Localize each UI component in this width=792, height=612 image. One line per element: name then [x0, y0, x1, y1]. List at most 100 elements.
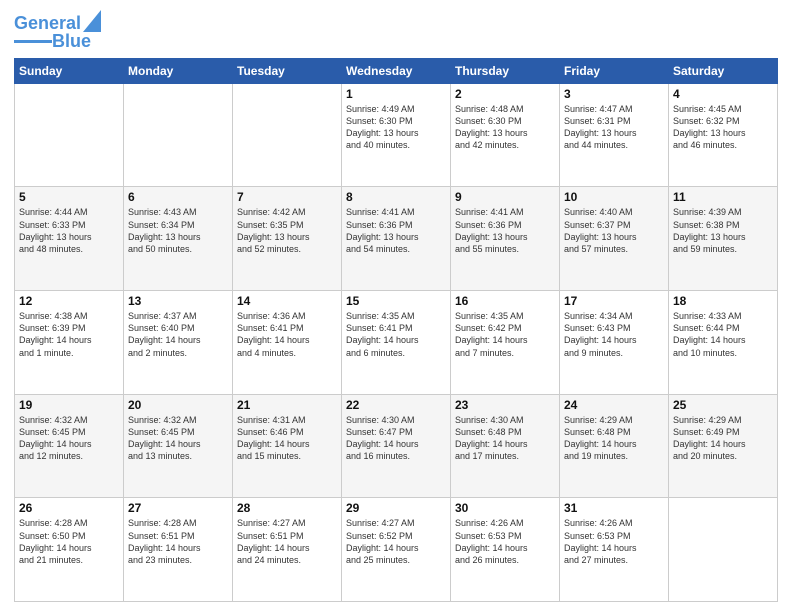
calendar-cell: 23 Sunrise: 4:30 AM Sunset: 6:48 PM Dayli… — [451, 394, 560, 498]
day-info: Sunrise: 4:29 AM Sunset: 6:49 PM Dayligh… — [673, 414, 773, 463]
day-number: 25 — [673, 398, 773, 412]
day-header-tuesday: Tuesday — [233, 58, 342, 83]
calendar-cell: 19Sunrise: 4:32 AM Sunset: 6:45 PM Dayli… — [15, 394, 124, 498]
day-header-thursday: Thursday — [451, 58, 560, 83]
day-number: 18 — [673, 294, 773, 308]
day-number: 24 — [564, 398, 664, 412]
calendar-cell: 15 Sunrise: 4:35 AM Sunset: 6:41 PM Dayli… — [342, 291, 451, 395]
day-info: Sunrise: 4:35 AM Sunset: 6:42 PM Dayligh… — [455, 310, 555, 359]
calendar-cell: 4Sunrise: 4:45 AM Sunset: 6:32 PM Daylig… — [669, 83, 778, 187]
calendar-cell — [124, 83, 233, 187]
calendar-table: SundayMondayTuesdayWednesdayThursdayFrid… — [14, 58, 778, 602]
day-info: Sunrise: 4:30 AM Sunset: 6:48 PM Dayligh… — [455, 414, 555, 463]
day-info: Sunrise: 4:45 AM Sunset: 6:32 PM Dayligh… — [673, 103, 773, 152]
day-number: 21 — [237, 398, 337, 412]
calendar-cell: 17Sunrise: 4:34 AM Sunset: 6:43 PM Dayli… — [560, 291, 669, 395]
week-row-4: 19 Sunrise: 4:32 AM Sunset: 6:45 PM Dayli… — [15, 394, 778, 498]
day-number: 20 — [128, 398, 228, 412]
calendar-cell: 5Sunrise: 4:44 AM Sunset: 6:33 PM Daylig… — [15, 187, 124, 291]
calendar-cell: 24 Sunrise: 4:29 AM Sunset: 6:48 PM Dayli… — [560, 394, 669, 498]
week-row-2: 5Sunrise: 4:44 AM Sunset: 6:33 PM Daylig… — [15, 187, 778, 291]
day-number: 10 — [564, 190, 664, 204]
calendar-cell: 27 Sunrise: 4:28 AM Sunset: 6:51 PM Dayli… — [124, 498, 233, 602]
day-number: 13 — [128, 294, 228, 308]
calendar-cell: 16 Sunrise: 4:35 AM Sunset: 6:42 PM Dayli… — [451, 291, 560, 395]
calendar-header-row: SundayMondayTuesdayWednesdayThursdayFrid… — [15, 58, 778, 83]
logo-underline — [14, 40, 52, 43]
day-header-friday: Friday — [560, 58, 669, 83]
day-info: Sunrise: 4:28 AM Sunset: 6:51 PM Dayligh… — [128, 517, 228, 566]
day-info: Sunrise: 4:42 AM Sunset: 6:35 PM Dayligh… — [237, 206, 337, 255]
day-info: Sunrise: 4:35 AM Sunset: 6:41 PM Dayligh… — [346, 310, 446, 359]
day-number: 3 — [564, 87, 664, 101]
calendar-cell: 12 Sunrise: 4:38 AM Sunset: 6:39 PM Dayli… — [15, 291, 124, 395]
day-info: Sunrise: 4:39 AM Sunset: 6:38 PM Dayligh… — [673, 206, 773, 255]
day-number: 22 — [346, 398, 446, 412]
day-header-saturday: Saturday — [669, 58, 778, 83]
day-number: 19 — [19, 398, 119, 412]
day-number: 5 — [19, 190, 119, 204]
day-number: 2 — [455, 87, 555, 101]
day-number: 30 — [455, 501, 555, 515]
day-number: 7 — [237, 190, 337, 204]
day-number: 27 — [128, 501, 228, 515]
day-info: Sunrise: 4:28 AM Sunset: 6:50 PM Dayligh… — [19, 517, 119, 566]
day-info: Sunrise: 4:38 AM Sunset: 6:39 PM Dayligh… — [19, 310, 119, 359]
day-number: 12 — [19, 294, 119, 308]
day-info: Sunrise: 4:43 AM Sunset: 6:34 PM Dayligh… — [128, 206, 228, 255]
day-info: Sunrise: 4:27 AM Sunset: 6:51 PM Dayligh… — [237, 517, 337, 566]
day-header-monday: Monday — [124, 58, 233, 83]
logo-blue-text: Blue — [52, 32, 91, 52]
day-number: 15 — [346, 294, 446, 308]
calendar-cell — [669, 498, 778, 602]
calendar-cell: 13Sunrise: 4:37 AM Sunset: 6:40 PM Dayli… — [124, 291, 233, 395]
day-number: 1 — [346, 87, 446, 101]
day-number: 16 — [455, 294, 555, 308]
day-number: 17 — [564, 294, 664, 308]
calendar-cell: 30Sunrise: 4:26 AM Sunset: 6:53 PM Dayli… — [451, 498, 560, 602]
calendar-cell: 11 Sunrise: 4:39 AM Sunset: 6:38 PM Dayli… — [669, 187, 778, 291]
day-info: Sunrise: 4:41 AM Sunset: 6:36 PM Dayligh… — [346, 206, 446, 255]
day-info: Sunrise: 4:47 AM Sunset: 6:31 PM Dayligh… — [564, 103, 664, 152]
day-number: 23 — [455, 398, 555, 412]
day-number: 11 — [673, 190, 773, 204]
calendar-cell: 31 Sunrise: 4:26 AM Sunset: 6:53 PM Dayli… — [560, 498, 669, 602]
day-info: Sunrise: 4:30 AM Sunset: 6:47 PM Dayligh… — [346, 414, 446, 463]
calendar-cell: 21Sunrise: 4:31 AM Sunset: 6:46 PM Dayli… — [233, 394, 342, 498]
day-info: Sunrise: 4:41 AM Sunset: 6:36 PM Dayligh… — [455, 206, 555, 255]
week-row-1: 1 Sunrise: 4:49 AM Sunset: 6:30 PM Daylig… — [15, 83, 778, 187]
day-info: Sunrise: 4:32 AM Sunset: 6:45 PM Dayligh… — [128, 414, 228, 463]
calendar-cell: 20 Sunrise: 4:32 AM Sunset: 6:45 PM Dayli… — [124, 394, 233, 498]
calendar-cell: 9Sunrise: 4:41 AM Sunset: 6:36 PM Daylig… — [451, 187, 560, 291]
calendar-cell: 28 Sunrise: 4:27 AM Sunset: 6:51 PM Dayli… — [233, 498, 342, 602]
week-row-3: 12 Sunrise: 4:38 AM Sunset: 6:39 PM Dayli… — [15, 291, 778, 395]
calendar-cell: 7 Sunrise: 4:42 AM Sunset: 6:35 PM Daylig… — [233, 187, 342, 291]
day-info: Sunrise: 4:40 AM Sunset: 6:37 PM Dayligh… — [564, 206, 664, 255]
calendar-cell: 2 Sunrise: 4:48 AM Sunset: 6:30 PM Daylig… — [451, 83, 560, 187]
day-number: 8 — [346, 190, 446, 204]
week-row-5: 26 Sunrise: 4:28 AM Sunset: 6:50 PM Dayli… — [15, 498, 778, 602]
calendar-cell: 14 Sunrise: 4:36 AM Sunset: 6:41 PM Dayli… — [233, 291, 342, 395]
day-header-sunday: Sunday — [15, 58, 124, 83]
day-number: 6 — [128, 190, 228, 204]
day-info: Sunrise: 4:29 AM Sunset: 6:48 PM Dayligh… — [564, 414, 664, 463]
header: General Blue — [14, 10, 778, 52]
day-info: Sunrise: 4:49 AM Sunset: 6:30 PM Dayligh… — [346, 103, 446, 152]
day-info: Sunrise: 4:36 AM Sunset: 6:41 PM Dayligh… — [237, 310, 337, 359]
calendar-cell: 3 Sunrise: 4:47 AM Sunset: 6:31 PM Daylig… — [560, 83, 669, 187]
day-number: 29 — [346, 501, 446, 515]
calendar-cell — [233, 83, 342, 187]
day-number: 26 — [19, 501, 119, 515]
day-number: 31 — [564, 501, 664, 515]
calendar-cell: 29Sunrise: 4:27 AM Sunset: 6:52 PM Dayli… — [342, 498, 451, 602]
day-info: Sunrise: 4:26 AM Sunset: 6:53 PM Dayligh… — [564, 517, 664, 566]
day-number: 28 — [237, 501, 337, 515]
calendar-cell: 8 Sunrise: 4:41 AM Sunset: 6:36 PM Daylig… — [342, 187, 451, 291]
calendar-cell: 22 Sunrise: 4:30 AM Sunset: 6:47 PM Dayli… — [342, 394, 451, 498]
day-info: Sunrise: 4:48 AM Sunset: 6:30 PM Dayligh… — [455, 103, 555, 152]
day-header-wednesday: Wednesday — [342, 58, 451, 83]
day-number: 14 — [237, 294, 337, 308]
logo: General Blue — [14, 10, 101, 52]
page: General Blue SundayMondayTuesdayWednesda… — [0, 0, 792, 612]
calendar-cell: 10 Sunrise: 4:40 AM Sunset: 6:37 PM Dayli… — [560, 187, 669, 291]
